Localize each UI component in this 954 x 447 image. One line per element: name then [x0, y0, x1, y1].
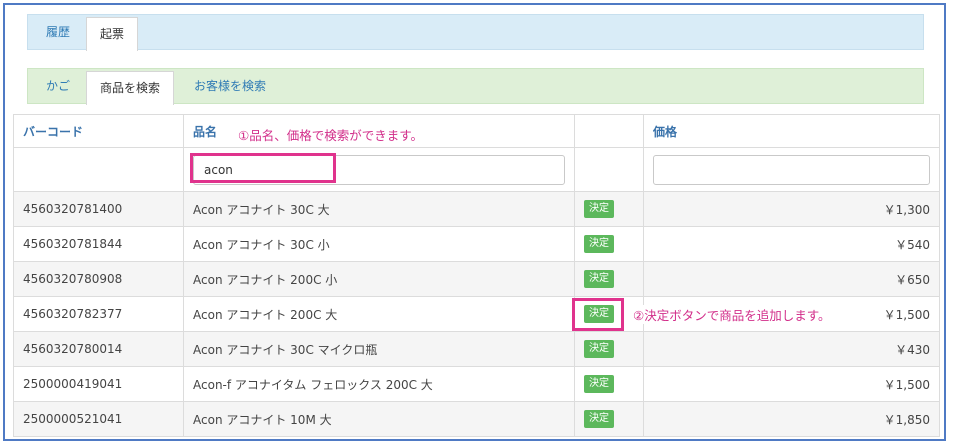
name-search-input[interactable] — [193, 154, 565, 185]
tab-basket[interactable]: かご — [33, 69, 83, 104]
product-table: バーコード 品名 価格 4560320781400 Acon アコナイト 30C… — [13, 114, 940, 437]
window-frame: 履歴 起票 かご 商品を検索 お客様を検索 バーコード 品名 価格 acon 4… — [3, 3, 946, 441]
header-price[interactable]: 価格 — [643, 114, 940, 148]
main-tab-bar: 履歴 起票 — [27, 14, 924, 51]
table-row: 2500000521041 Acon アコナイト 10M 大 決定 ￥1,850 — [13, 401, 940, 437]
decide-button[interactable]: 決定 — [584, 305, 614, 323]
action-cell: 決定 — [574, 261, 644, 297]
name-cell: Acon アコナイト 10M 大 — [183, 401, 575, 437]
name-cell: Acon アコナイト 30C 小 — [183, 226, 575, 262]
tab-product-search[interactable]: 商品を検索 — [86, 71, 175, 105]
price-search-input[interactable] — [653, 154, 930, 185]
header-action — [574, 114, 644, 148]
name-cell: Acon アコナイト 200C 大 — [183, 296, 575, 332]
barcode-cell: 4560320780014 — [13, 331, 184, 367]
sub-tab-bar: かご 商品を検索 お客様を検索 — [27, 68, 924, 105]
filter-name-cell — [183, 147, 575, 192]
decide-button[interactable]: 決定 — [584, 340, 614, 358]
table-header-row: バーコード 品名 価格 — [13, 114, 940, 148]
price-cell: ￥650 — [643, 261, 940, 297]
action-cell: 決定 — [574, 191, 644, 227]
table-row: 2500000419041 Acon-f アコナイタム フェロックス 200C … — [13, 366, 940, 402]
annotation-search-note: ①品名、価格で検索ができます。 — [238, 125, 423, 144]
table-row: 4560320781844 Acon アコナイト 30C 小 決定 ￥540 — [13, 226, 940, 262]
decide-button[interactable]: 決定 — [584, 375, 614, 393]
filter-row — [13, 147, 940, 192]
decide-button[interactable]: 決定 — [584, 270, 614, 288]
filter-price-cell — [643, 147, 940, 192]
tab-history[interactable]: 履歴 — [33, 15, 83, 50]
decide-button[interactable]: 決定 — [584, 200, 614, 218]
barcode-cell: 4560320781844 — [13, 226, 184, 262]
barcode-cell: 2500000419041 — [13, 366, 184, 402]
barcode-cell: 4560320782377 — [13, 296, 184, 332]
tab-customer-search[interactable]: お客様を検索 — [181, 69, 279, 104]
name-cell: Acon アコナイト 200C 小 — [183, 261, 575, 297]
annotation-decide-note: ②決定ボタンで商品を追加します。 — [633, 305, 831, 324]
barcode-cell: 4560320780908 — [13, 261, 184, 297]
price-cell: ￥540 — [643, 226, 940, 262]
action-cell: 決定 — [574, 366, 644, 402]
name-cell: Acon アコナイト 30C マイクロ瓶 — [183, 331, 575, 367]
action-cell: 決定 — [574, 331, 644, 367]
price-cell: ￥1,300 — [643, 191, 940, 227]
filter-barcode-cell — [13, 147, 184, 192]
price-cell: ￥1,500 — [643, 366, 940, 402]
tab-create-slip[interactable]: 起票 — [86, 17, 139, 51]
table-row: 4560320780908 Acon アコナイト 200C 小 決定 ￥650 — [13, 261, 940, 297]
name-cell: Acon-f アコナイタム フェロックス 200C 大 — [183, 366, 575, 402]
table-row: 4560320781400 Acon アコナイト 30C 大 決定 ￥1,300 — [13, 191, 940, 227]
name-cell: Acon アコナイト 30C 大 — [183, 191, 575, 227]
decide-button[interactable]: 決定 — [584, 235, 614, 253]
action-cell: 決定 — [574, 401, 644, 437]
price-cell: ￥430 — [643, 331, 940, 367]
barcode-cell: 4560320781400 — [13, 191, 184, 227]
header-barcode[interactable]: バーコード — [13, 114, 184, 148]
barcode-cell: 2500000521041 — [13, 401, 184, 437]
price-cell: ￥1,850 — [643, 401, 940, 437]
action-cell: 決定 — [574, 226, 644, 262]
table-row: 4560320780014 Acon アコナイト 30C マイクロ瓶 決定 ￥4… — [13, 331, 940, 367]
decide-button[interactable]: 決定 — [584, 410, 614, 428]
filter-action-cell — [574, 147, 644, 192]
